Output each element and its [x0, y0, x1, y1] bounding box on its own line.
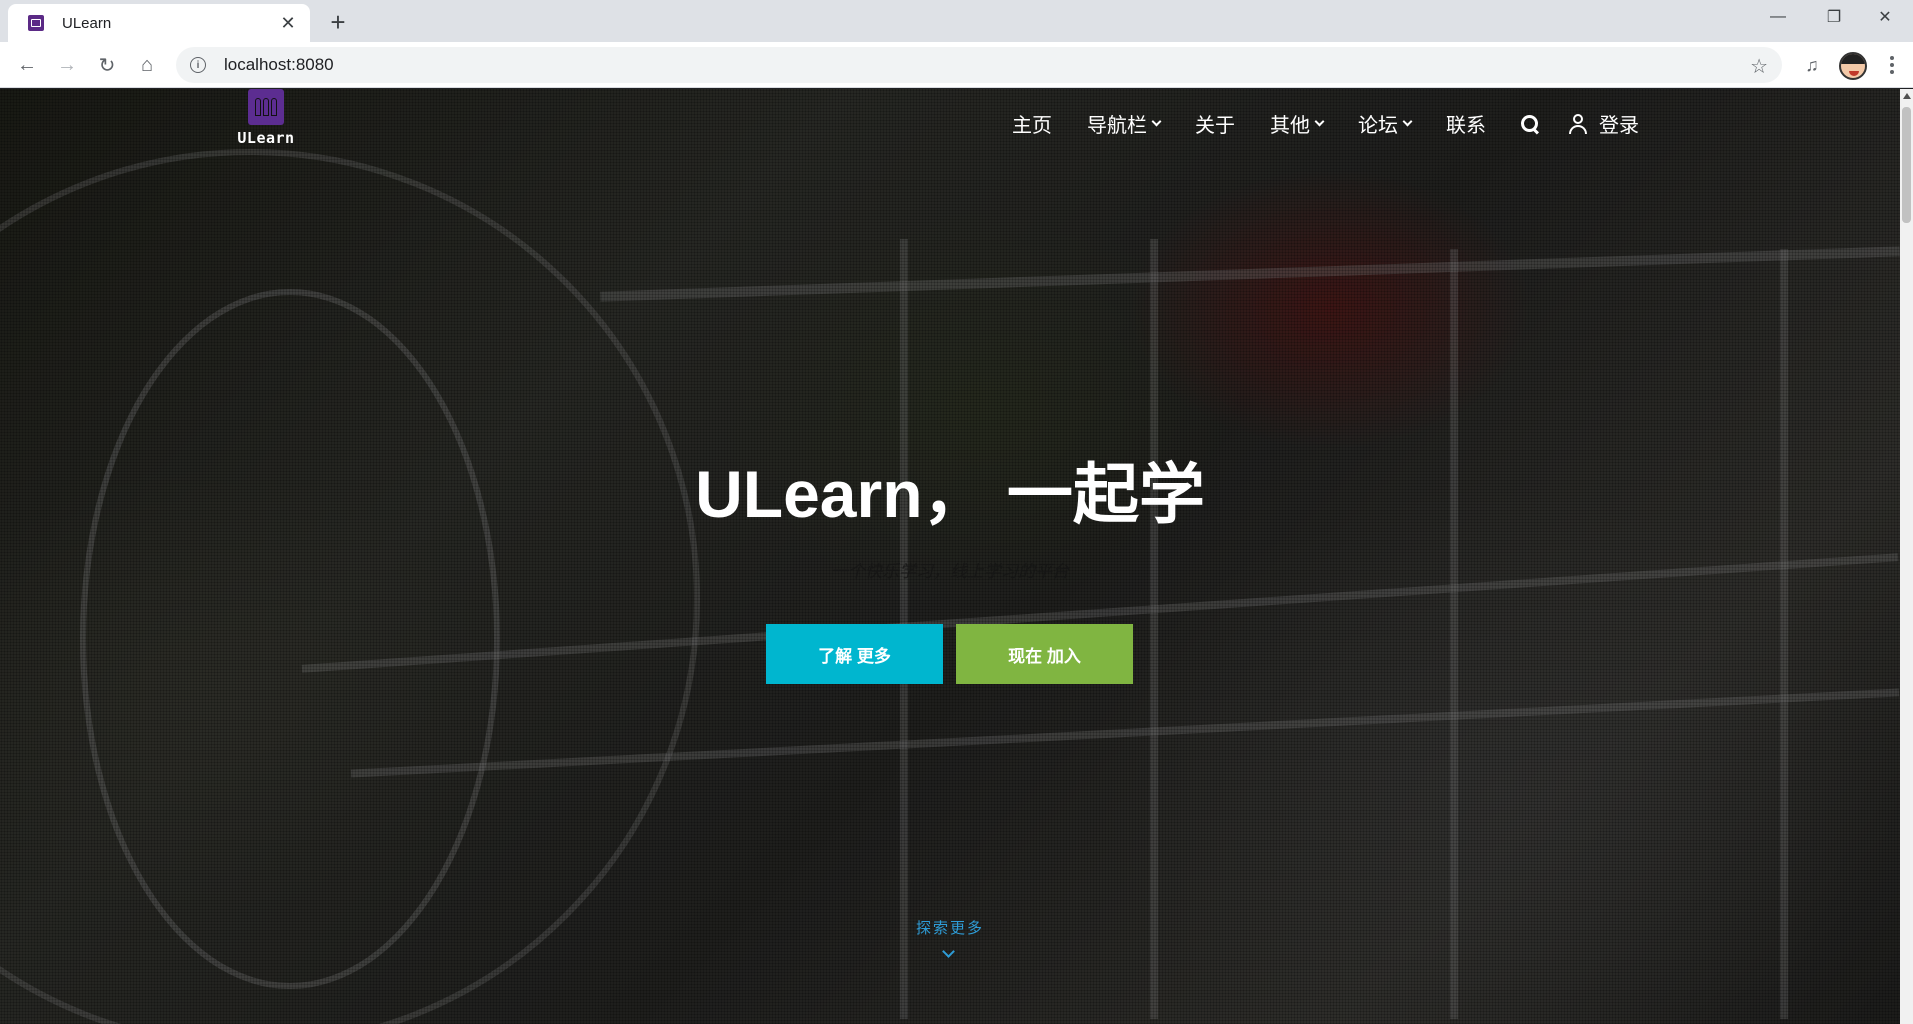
logo-mark-icon	[248, 89, 284, 125]
browser-tab[interactable]: ULearn ✕	[8, 4, 310, 42]
user-icon	[1569, 113, 1587, 134]
logo-text: ULearn	[237, 129, 295, 147]
site-logo[interactable]: ULearn	[236, 89, 296, 149]
address-url[interactable]: localhost:8080	[224, 55, 334, 75]
new-tab-button[interactable]: +	[324, 7, 352, 37]
profile-avatar[interactable]	[1839, 52, 1867, 80]
site-info-icon[interactable]: i	[190, 57, 206, 73]
scroll-up-icon[interactable]	[1903, 93, 1911, 99]
back-icon[interactable]: ←	[12, 50, 42, 80]
reload-icon[interactable]: ↻	[92, 50, 122, 80]
bookmark-star-icon[interactable]: ☆	[1750, 54, 1768, 79]
login-label: 登录	[1599, 115, 1639, 137]
main-nav: 主页 导航栏 关于 其他 论坛 联系 登录	[1012, 109, 1639, 138]
minimize-button[interactable]: —	[1750, 0, 1806, 34]
search-icon[interactable]	[1521, 114, 1539, 133]
site-favicon-icon	[28, 15, 44, 31]
explore-more-link[interactable]: 探索更多	[0, 917, 1900, 938]
nav-item-contact[interactable]: 联系	[1446, 109, 1486, 138]
hero-subtitle: 一个快乐学习，线上学习的平台	[831, 562, 1069, 581]
scrollbar-thumb[interactable]	[1902, 107, 1911, 223]
chevron-down-icon	[1151, 116, 1162, 127]
browser-tabbar: ULearn ✕ + — ❐ ✕	[0, 0, 1913, 42]
nav-item-other[interactable]: 其他	[1270, 109, 1325, 138]
nav-item-home[interactable]: 主页	[1012, 109, 1052, 138]
nav-label: 关于	[1195, 115, 1235, 137]
nav-label: 导航栏	[1087, 115, 1147, 137]
nav-label: 主页	[1012, 115, 1052, 137]
browser-menu-icon[interactable]	[1882, 51, 1902, 79]
home-icon[interactable]: ⌂	[132, 50, 162, 80]
nav-label: 联系	[1446, 115, 1486, 137]
nav-item-about[interactable]: 关于	[1195, 109, 1235, 138]
browser-toolbar: ← → ↻ ⌂ i localhost:8080 ☆ ♫	[0, 42, 1913, 88]
login-link[interactable]: 登录	[1569, 109, 1639, 138]
hero-section: ULearn 主页 导航栏 关于 其他 论坛 联系 登录 ULearn， 一起学…	[0, 89, 1900, 1024]
nav-label: 其他	[1270, 115, 1310, 137]
address-bar[interactable]: i localhost:8080 ☆	[176, 47, 1782, 83]
chevron-down-icon	[1402, 116, 1413, 127]
forward-icon[interactable]: →	[52, 50, 82, 80]
learn-more-button[interactable]: 了解 更多	[766, 624, 943, 684]
window-close-button[interactable]: ✕	[1857, 0, 1913, 34]
restore-button[interactable]: ❐	[1806, 0, 1862, 34]
media-control-icon[interactable]: ♫	[1798, 51, 1826, 79]
join-now-button[interactable]: 现在 加入	[956, 624, 1133, 684]
nav-item-forum[interactable]: 论坛	[1358, 109, 1413, 138]
tab-title: ULearn	[62, 14, 112, 32]
nav-item-navbar[interactable]: 导航栏	[1087, 109, 1162, 138]
nav-label: 论坛	[1358, 115, 1398, 137]
page-scrollbar[interactable]	[1900, 89, 1913, 1024]
tab-close-icon[interactable]: ✕	[278, 13, 298, 33]
chevron-down-icon	[1314, 116, 1325, 127]
hero-title: ULearn， 一起学	[695, 457, 1205, 531]
